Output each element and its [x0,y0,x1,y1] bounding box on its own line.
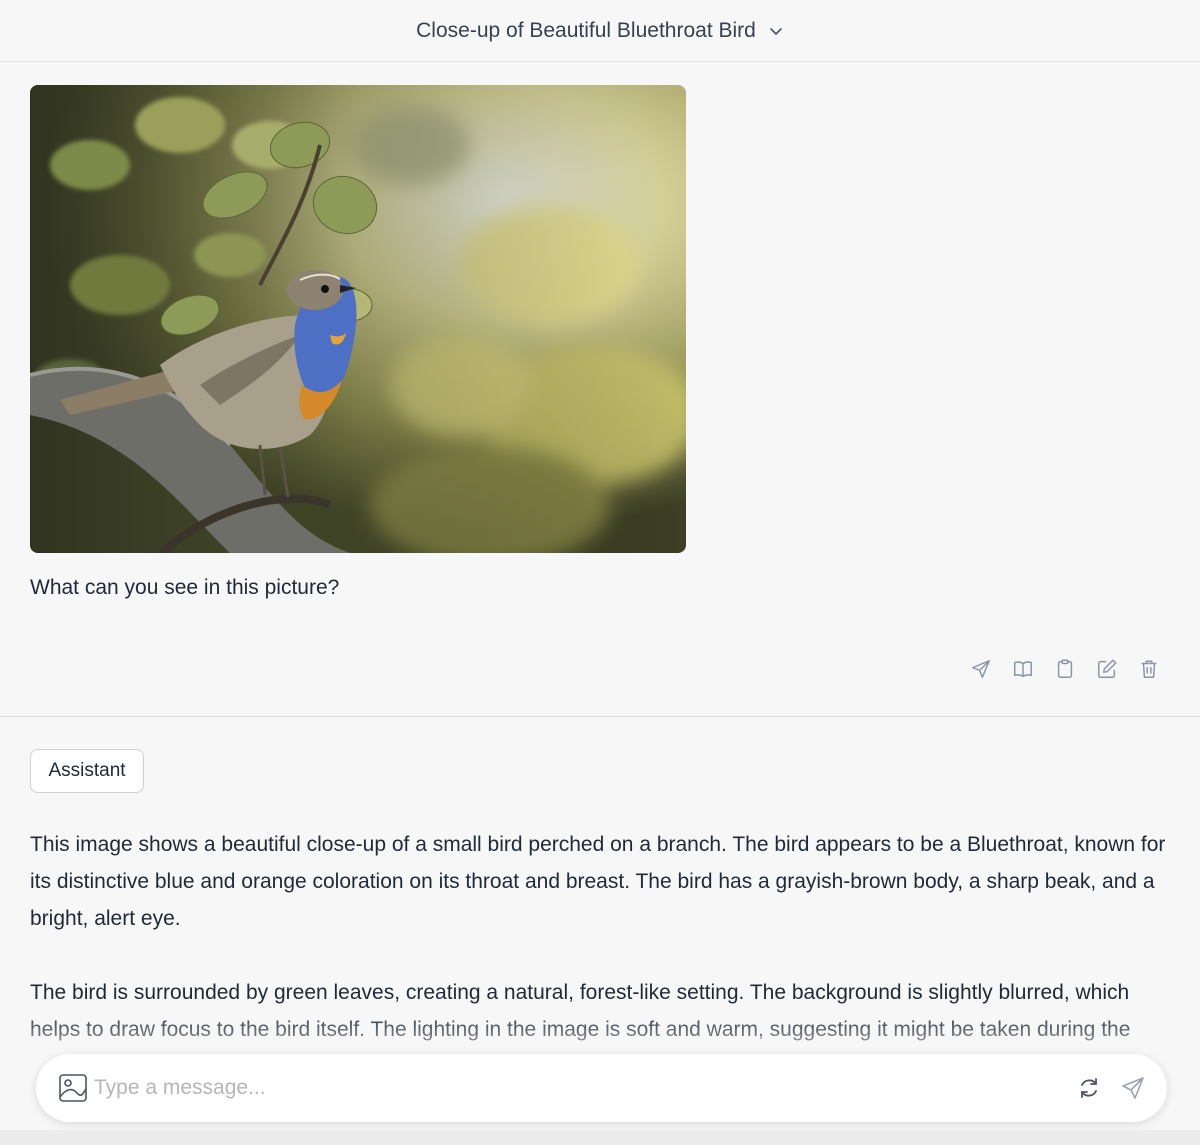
user-message: What can you see in this picture? [0,62,1200,717]
trash-icon[interactable] [1138,658,1160,680]
user-message-text: What can you see in this picture? [30,576,340,599]
book-icon[interactable] [1012,658,1034,680]
message-composer [36,1054,1167,1122]
message-input[interactable] [94,1076,1077,1100]
attached-image[interactable] [30,85,686,553]
refresh-icon[interactable] [1077,1076,1101,1100]
edit-icon[interactable] [1096,658,1118,680]
bottom-edge [0,1130,1200,1145]
clipboard-icon[interactable] [1054,658,1076,680]
chevron-down-icon [768,23,784,39]
message-actions [970,658,1160,680]
conversation-title: Close-up of Beautiful Bluethroat Bird [416,18,756,42]
chat-page: Close-up of Beautiful Bluethroat Bird Wh… [0,0,1200,1145]
reply-paragraph: This image shows a beautiful close-up of… [30,833,1166,930]
header: Close-up of Beautiful Bluethroat Bird [0,0,1200,62]
assistant-role-badge[interactable]: Assistant [30,749,144,793]
composer-actions [1077,1076,1145,1100]
image-upload-icon[interactable] [58,1073,88,1103]
send-icon[interactable] [1121,1076,1145,1100]
send-icon[interactable] [970,658,992,680]
conversation-title-dropdown[interactable]: Close-up of Beautiful Bluethroat Bird [416,19,784,43]
